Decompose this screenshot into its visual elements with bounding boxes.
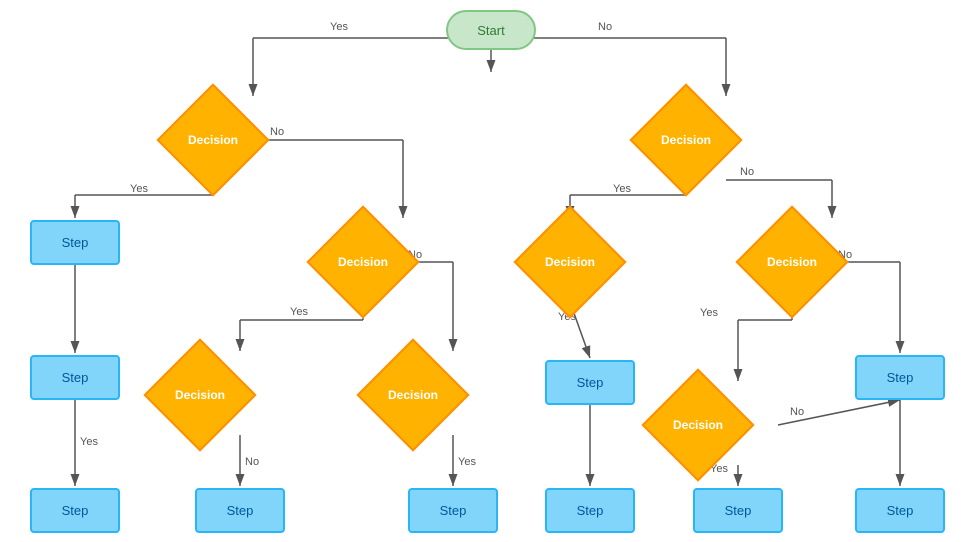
step-9: Step <box>693 488 783 533</box>
decision-5: Decision <box>752 222 832 302</box>
svg-text:Yes: Yes <box>458 456 476 468</box>
step-3: Step <box>545 360 635 405</box>
step-7-label: Step <box>440 503 467 518</box>
start-label: Start <box>477 23 504 38</box>
step-10-label: Step <box>887 503 914 518</box>
step-1-label: Step <box>62 235 89 250</box>
decision-5-text: Decision <box>752 222 832 302</box>
decision-7: Decision <box>373 355 453 435</box>
svg-text:No: No <box>245 456 259 468</box>
step-4-label: Step <box>887 370 914 385</box>
step-8-label: Step <box>577 503 604 518</box>
decision-3-text: Decision <box>323 222 403 302</box>
decision-7-text: Decision <box>373 355 453 435</box>
decision-3: Decision <box>323 222 403 302</box>
decision-4: Decision <box>530 222 610 302</box>
step-10: Step <box>855 488 945 533</box>
decision-8: Decision <box>658 385 738 465</box>
svg-text:No: No <box>598 21 612 33</box>
step-1: Step <box>30 220 120 265</box>
svg-text:Yes: Yes <box>613 183 631 195</box>
step-7: Step <box>408 488 498 533</box>
decision-2: Decision <box>646 100 726 180</box>
svg-text:Yes: Yes <box>130 183 148 195</box>
svg-text:No: No <box>270 126 284 138</box>
step-6: Step <box>195 488 285 533</box>
start-node: Start <box>446 10 536 50</box>
svg-text:Yes: Yes <box>290 306 308 318</box>
decision-1: Decision <box>173 100 253 180</box>
decision-2-text: Decision <box>646 100 726 180</box>
step-5: Step <box>30 488 120 533</box>
step-2: Step <box>30 355 120 400</box>
decision-4-text: Decision <box>530 222 610 302</box>
step-6-label: Step <box>227 503 254 518</box>
step-5-label: Step <box>62 503 89 518</box>
step-3-label: Step <box>577 375 604 390</box>
decision-8-text: Decision <box>658 385 738 465</box>
step-9-label: Step <box>725 503 752 518</box>
svg-text:No: No <box>740 166 754 178</box>
decision-6: Decision <box>160 355 240 435</box>
svg-text:Yes: Yes <box>80 436 98 448</box>
decision-1-text: Decision <box>173 100 253 180</box>
step-4: Step <box>855 355 945 400</box>
svg-text:Yes: Yes <box>700 307 718 319</box>
svg-text:Yes: Yes <box>330 21 348 33</box>
svg-text:No: No <box>790 406 804 418</box>
step-8: Step <box>545 488 635 533</box>
decision-6-text: Decision <box>160 355 240 435</box>
step-2-label: Step <box>62 370 89 385</box>
